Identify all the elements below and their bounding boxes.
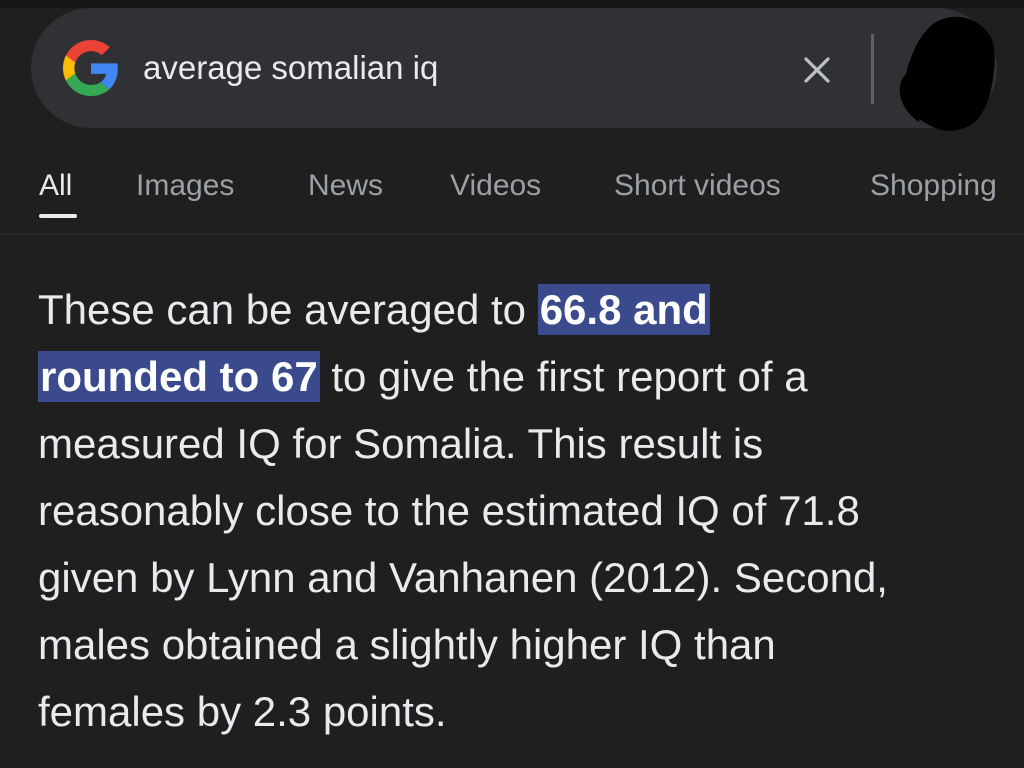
snippet-line: These can be averaged to 66.8 and <box>38 284 710 335</box>
tab-news[interactable]: News <box>308 164 383 208</box>
tab-videos[interactable]: Videos <box>450 164 541 208</box>
snippet-line: females by 2.3 points. <box>38 688 447 735</box>
snippet-line: given by Lynn and Vanhanen (2012). Secon… <box>38 554 888 601</box>
searchbar-divider <box>871 34 874 104</box>
featured-snippet: These can be averaged to 66.8 and rounde… <box>38 276 1008 745</box>
search-input[interactable] <box>143 44 743 92</box>
snippet-highlight: rounded to 67 <box>38 351 320 402</box>
tab-shopping[interactable]: Shopping <box>870 164 997 208</box>
redacted-avatar[interactable] <box>889 12 999 136</box>
search-bar[interactable] <box>31 8 997 131</box>
snippet-line: rounded to 67 to give the first report o… <box>38 351 808 402</box>
close-icon <box>804 57 830 83</box>
tab-images[interactable]: Images <box>136 164 234 208</box>
tabs-divider <box>0 234 1024 235</box>
snippet-line: reasonably close to the estimated IQ of … <box>38 487 860 534</box>
search-results-page: All Images News Videos Short videos Shop… <box>0 0 1024 768</box>
snippet-line: measured IQ for Somalia. This result is <box>38 420 764 467</box>
active-tab-indicator <box>39 214 77 218</box>
tab-all[interactable]: All <box>39 164 72 208</box>
search-tabs: All Images News Videos Short videos Shop… <box>0 150 1024 234</box>
tab-short-videos[interactable]: Short videos <box>614 164 781 208</box>
clear-search-button[interactable] <box>793 46 841 94</box>
snippet-line: males obtained a slightly higher IQ than <box>38 621 776 668</box>
google-g-icon <box>63 40 118 96</box>
status-strip <box>0 0 1024 8</box>
snippet-highlight: 66.8 and <box>537 284 710 335</box>
